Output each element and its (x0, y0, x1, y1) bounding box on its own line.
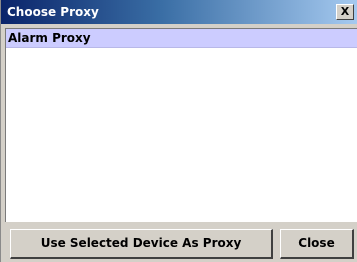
proxy-list[interactable]: Alarm Proxy (5, 28, 357, 222)
dialog-title: Choose Proxy (7, 5, 99, 19)
title-bar[interactable]: Choose Proxy X (1, 0, 357, 24)
choose-proxy-dialog: Choose Proxy X Alarm Proxy Use Selected … (0, 0, 357, 262)
close-button[interactable]: Close (280, 229, 354, 259)
use-selected-device-button[interactable]: Use Selected Device As Proxy (10, 229, 273, 259)
list-item-alarm-proxy[interactable]: Alarm Proxy (6, 29, 357, 48)
close-icon[interactable]: X (336, 4, 354, 20)
